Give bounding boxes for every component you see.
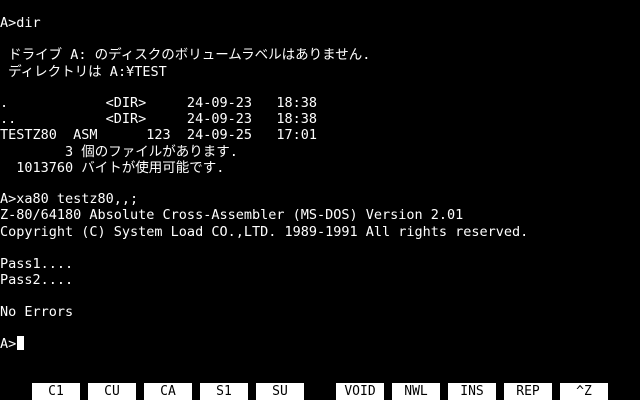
prompt-text: A> [0, 336, 17, 352]
terminal-line: A>dir [0, 15, 41, 31]
terminal-line: ディレクトリは A:¥TEST [0, 64, 167, 80]
fkey-f10-button[interactable]: ^Z [560, 383, 608, 400]
fkey-f7-button[interactable]: NWL [392, 383, 440, 400]
terminal-screen[interactable]: A>dir ドライブ A: のディスクのボリュームラベルはありません. ディレク… [0, 0, 640, 380]
text-cursor [17, 336, 25, 350]
fkey-f9-button[interactable]: REP [504, 383, 552, 400]
fkey-f5-button[interactable]: SU [256, 383, 304, 400]
terminal-line: Copyright (C) System Load CO.,LTD. 1989-… [0, 224, 529, 240]
fkey-f3-button[interactable]: CA [144, 383, 192, 400]
terminal-line: Pass2.... [0, 272, 74, 288]
fkey-f2-button[interactable]: CU [88, 383, 136, 400]
command-prompt[interactable]: A> [0, 334, 25, 354]
fkey-f4-button[interactable]: S1 [200, 383, 248, 400]
terminal-line: No Errors [0, 304, 74, 320]
fkey-f1-button[interactable]: C1 [32, 383, 80, 400]
fkey-f8-button[interactable]: INS [448, 383, 496, 400]
fkey-f6-button[interactable]: VOID [336, 383, 384, 400]
terminal-line: 1013760 バイトが使用可能です. [0, 160, 225, 176]
function-key-bar: C1 CU CA S1 SU VOID NWL INS REP ^Z [0, 383, 640, 400]
